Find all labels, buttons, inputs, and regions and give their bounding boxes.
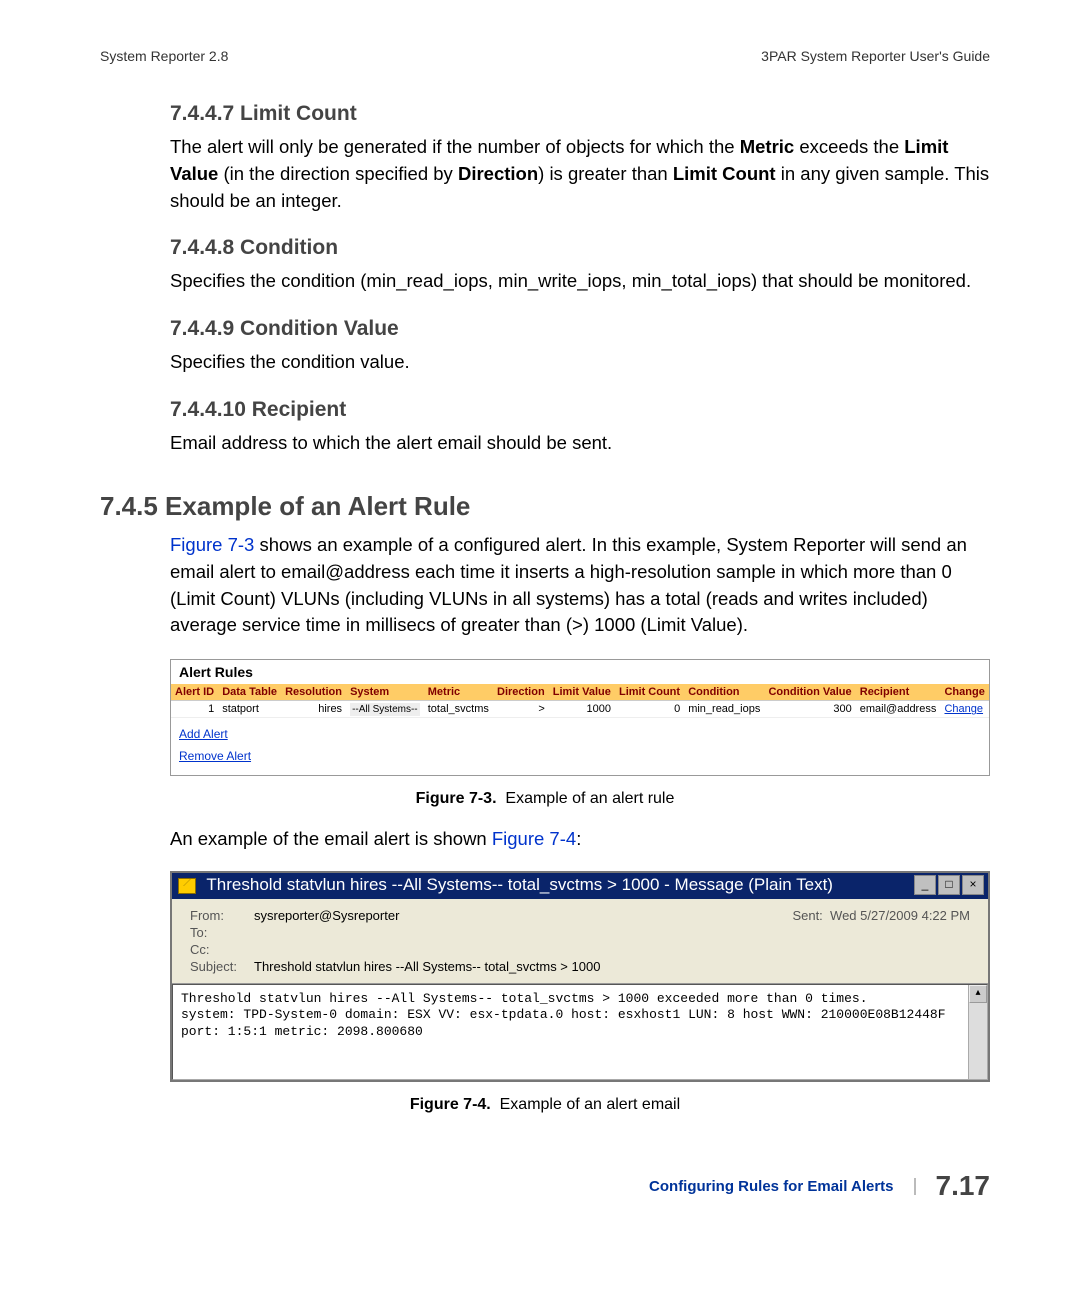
cell-cval: 300 (764, 701, 855, 718)
figure-email-window: Threshold statvlun hires --All Systems--… (170, 871, 990, 1082)
scroll-up-button[interactable]: ▴ (969, 985, 987, 1003)
col-limit-value: Limit Value (549, 684, 615, 701)
cell-recip: email@address (856, 701, 941, 718)
fig-text: Example of an alert email (500, 1096, 681, 1113)
change-link[interactable]: Change (944, 703, 983, 715)
sent-label: Sent: (792, 908, 822, 923)
fig-text: Example of an alert rule (505, 790, 674, 807)
para-limit-count: The alert will only be generated if the … (170, 134, 990, 214)
cell-lcount: 0 (615, 701, 684, 718)
runhead-left: System Reporter 2.8 (100, 48, 228, 64)
email-headers: From: sysreporter@Sysreporter Sent: Wed … (172, 899, 988, 984)
heading-limit-count: 7.4.4.7 Limit Count (170, 102, 990, 126)
para-example-intro: Figure 7-3 shows an example of a configu… (170, 532, 990, 639)
running-head: System Reporter 2.8 3PAR System Reporter… (100, 48, 990, 64)
bold-direction: Direction (458, 163, 538, 184)
titlebar-left: Threshold statvlun hires --All Systems--… (178, 875, 833, 895)
mail-icon (178, 878, 196, 894)
figure-7-3-caption: Figure 7-3. Example of an alert rule (100, 790, 990, 808)
text: (in the direction specified by (218, 163, 458, 184)
col-direction: Direction (493, 684, 549, 701)
text: The alert will only be generated if the … (170, 136, 740, 157)
text: shows an example of a configured alert. … (170, 534, 967, 635)
text: An example of the email alert is shown (170, 828, 492, 849)
footer-page-number: 7.17 (936, 1170, 991, 1202)
to-value (250, 924, 974, 941)
fig-label: Figure 7-3. (416, 790, 497, 807)
email-titlebar: Threshold statvlun hires --All Systems--… (172, 873, 988, 899)
fig-label: Figure 7-4. (410, 1096, 491, 1113)
cell-dir: > (493, 701, 549, 718)
table-header-row: Alert ID Data Table Resolution System Me… (171, 684, 989, 701)
table-row: 1 statport hires --All Systems-- total_s… (171, 701, 989, 718)
document-page: System Reporter 2.8 3PAR System Reporter… (0, 0, 1080, 1242)
cc-value (250, 941, 974, 958)
maximize-button[interactable]: □ (938, 875, 960, 895)
col-change: Change (940, 684, 989, 701)
cell-cond: min_read_iops (684, 701, 764, 718)
subject-label: Subject: (186, 958, 250, 975)
close-button[interactable]: × (962, 875, 984, 895)
col-resolution: Resolution (281, 684, 346, 701)
cell-id: 1 (171, 701, 218, 718)
subject-value: Threshold statvlun hires --All Systems--… (250, 958, 974, 975)
col-condition: Condition (684, 684, 764, 701)
col-condition-value: Condition Value (764, 684, 855, 701)
col-system: System (346, 684, 424, 701)
add-alert-link[interactable]: Add Alert (179, 724, 228, 746)
text: ) is greater than (538, 163, 673, 184)
email-window-title: Threshold statvlun hires --All Systems--… (206, 875, 833, 894)
alert-rules-table: Alert ID Data Table Resolution System Me… (171, 684, 989, 718)
heading-condition: 7.4.4.8 Condition (170, 236, 990, 260)
runhead-right: 3PAR System Reporter User's Guide (761, 48, 990, 64)
cc-label: Cc: (186, 941, 250, 958)
figure-7-4-caption: Figure 7-4. Example of an alert email (100, 1096, 990, 1114)
from-value: sysreporter@Sysreporter (250, 907, 578, 924)
system-dropdown[interactable]: --All Systems-- (350, 703, 420, 716)
para-condition: Specifies the condition (min_read_iops, … (170, 268, 990, 295)
xref-figure-7-4[interactable]: Figure 7-4 (492, 828, 576, 849)
col-data-table: Data Table (218, 684, 281, 701)
email-body-text: Threshold statvlun hires --All Systems--… (173, 985, 987, 1079)
remove-alert-link[interactable]: Remove Alert (179, 746, 251, 768)
footer-section-title: Configuring Rules for Email Alerts (649, 1178, 915, 1195)
heading-recipient: 7.4.4.10 Recipient (170, 398, 990, 422)
text: exceeds the (794, 136, 904, 157)
minimize-button[interactable]: _ (914, 875, 936, 895)
scrollbar[interactable]: ▴ (968, 985, 987, 1079)
to-label: To: (186, 924, 250, 941)
col-recipient: Recipient (856, 684, 941, 701)
sent-cell: Sent: Wed 5/27/2009 4:22 PM (578, 907, 974, 924)
sent-value: Wed 5/27/2009 4:22 PM (830, 908, 970, 923)
cell-table: statport (218, 701, 281, 718)
para-email-intro: An example of the email alert is shown F… (170, 826, 990, 853)
cell-lval: 1000 (549, 701, 615, 718)
from-label: From: (186, 907, 250, 924)
alert-rules-title: Alert Rules (171, 660, 989, 684)
email-body-area: Threshold statvlun hires --All Systems--… (172, 984, 988, 1080)
xref-figure-7-3[interactable]: Figure 7-3 (170, 534, 254, 555)
cell-system: --All Systems-- (346, 701, 424, 718)
heading-condition-value: 7.4.4.9 Condition Value (170, 317, 990, 341)
col-metric: Metric (424, 684, 493, 701)
col-limit-count: Limit Count (615, 684, 684, 701)
alert-action-links: Add Alert Remove Alert (171, 718, 989, 775)
bold-metric: Metric (740, 136, 795, 157)
cell-res: hires (281, 701, 346, 718)
para-recipient: Email address to which the alert email s… (170, 430, 990, 457)
heading-example-alert-rule: 7.4.5 Example of an Alert Rule (100, 491, 990, 522)
page-footer: Configuring Rules for Email Alerts 7.17 (100, 1170, 990, 1202)
col-alert-id: Alert ID (171, 684, 218, 701)
text: : (576, 828, 581, 849)
para-condition-value: Specifies the condition value. (170, 349, 990, 376)
figure-alert-rules: Alert Rules Alert ID Data Table Resoluti… (170, 659, 990, 776)
window-buttons: _ □ × (912, 875, 984, 895)
cell-metric: total_svctms (424, 701, 493, 718)
bold-limit-count: Limit Count (673, 163, 776, 184)
cell-change: Change (940, 701, 989, 718)
